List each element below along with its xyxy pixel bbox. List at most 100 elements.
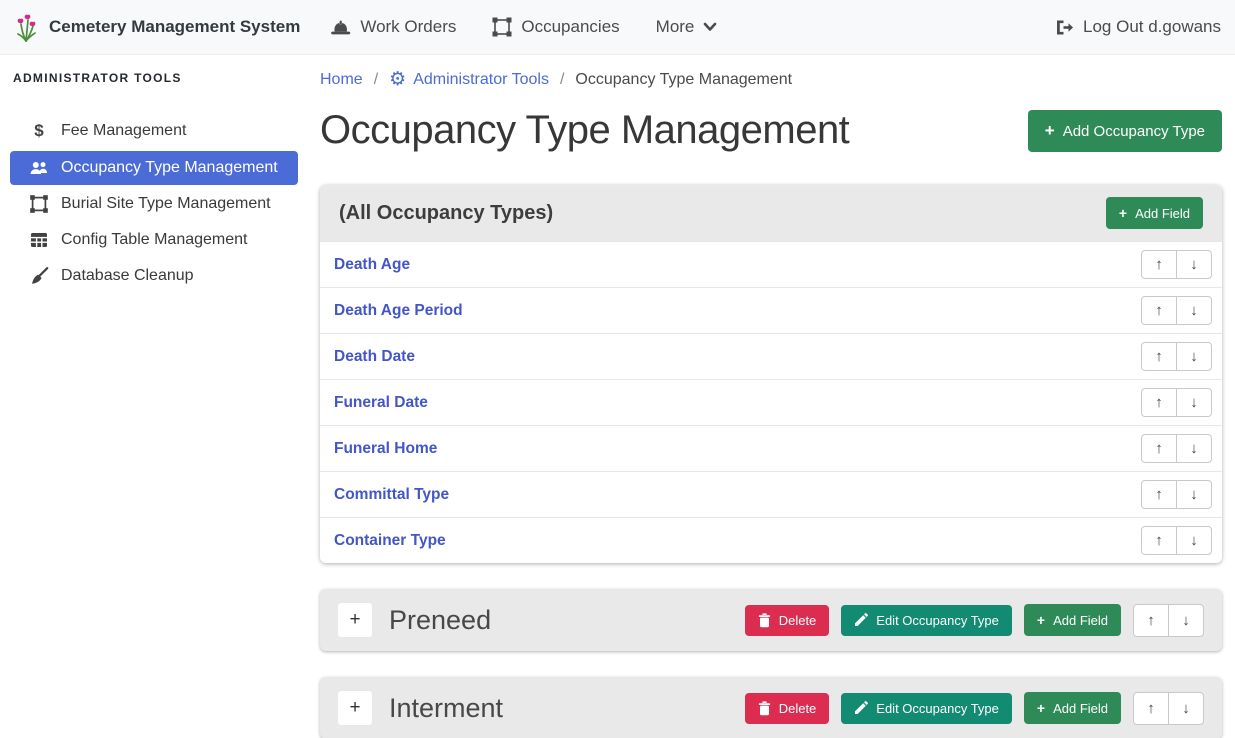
expand-section-button[interactable]: + [338, 603, 372, 637]
up-arrow-icon: ↑ [1155, 532, 1163, 549]
sidebar: ADMINISTRATOR TOOLS $ Fee Management Occ… [0, 55, 310, 738]
sidebar-item-database-cleanup[interactable]: Database Cleanup [10, 259, 298, 293]
move-down-button[interactable]: ↓ [1176, 342, 1212, 371]
app-brand[interactable]: Cemetery Management System [14, 12, 300, 42]
breadcrumb-home-link[interactable]: Home [320, 71, 363, 89]
vector-square-icon [26, 195, 52, 213]
sidebar-item-occupancy-type-management[interactable]: Occupancy Type Management [10, 151, 298, 185]
field-link-committal-type[interactable]: Committal Type [334, 486, 449, 504]
move-down-button[interactable]: ↓ [1176, 526, 1212, 555]
nav-label: More [656, 17, 695, 37]
field-link-funeral-date[interactable]: Funeral Date [334, 394, 428, 412]
field-link-death-age[interactable]: Death Age [334, 256, 410, 274]
sidebar-item-config-table-management[interactable]: Config Table Management [10, 223, 298, 257]
down-arrow-icon: ↓ [1190, 348, 1198, 365]
top-navbar: Cemetery Management System Work Orders [0, 0, 1235, 55]
plus-icon: + [1037, 700, 1045, 716]
delete-button[interactable]: Delete [745, 693, 830, 724]
panel-header: (All Occupancy Types) + Add Field [320, 185, 1222, 241]
add-occupancy-type-button[interactable]: + Add Occupancy Type [1028, 110, 1222, 152]
users-icon [26, 160, 52, 176]
title-row: Occupancy Type Management + Add Occupanc… [320, 105, 1222, 155]
reorder-controls: ↑ ↓ [1133, 604, 1204, 637]
plus-icon: + [1119, 205, 1127, 221]
chevron-down-icon [703, 22, 717, 32]
sidebar-gap [0, 101, 310, 111]
breadcrumb: Home / ⚙ Administrator Tools / Occupancy… [320, 63, 1222, 89]
move-up-button[interactable]: ↑ [1141, 526, 1177, 555]
plus-icon: + [1037, 612, 1045, 628]
move-up-button[interactable]: ↑ [1133, 692, 1169, 725]
edit-occupancy-type-button[interactable]: Edit Occupancy Type [841, 693, 1012, 724]
reorder-controls: ↑ ↓ [1141, 526, 1212, 555]
move-up-button[interactable]: ↑ [1141, 250, 1177, 279]
trash-icon [758, 701, 771, 716]
edit-occupancy-type-button[interactable]: Edit Occupancy Type [841, 605, 1012, 636]
move-down-button[interactable]: ↓ [1176, 480, 1212, 509]
nav-label: Occupancies [521, 17, 619, 37]
add-field-button[interactable]: + Add Field [1024, 692, 1121, 724]
field-row: Committal Type ↑ ↓ [320, 471, 1222, 517]
breadcrumb-admin-tools-link[interactable]: ⚙ Administrator Tools [389, 70, 549, 89]
move-down-button[interactable]: ↓ [1168, 692, 1204, 725]
all-occupancy-types-panel: (All Occupancy Types) + Add Field Death … [320, 185, 1222, 563]
field-link-funeral-home[interactable]: Funeral Home [334, 440, 437, 458]
logout-button[interactable]: Log Out d.gowans [1055, 17, 1221, 37]
button-label: Delete [779, 613, 817, 628]
move-down-button[interactable]: ↓ [1168, 604, 1204, 637]
down-arrow-icon: ↓ [1190, 302, 1198, 319]
move-down-button[interactable]: ↓ [1176, 296, 1212, 325]
up-arrow-icon: ↑ [1155, 302, 1163, 319]
nav-item-occupancies[interactable]: Occupancies [492, 17, 619, 37]
up-arrow-icon: ↑ [1155, 394, 1163, 411]
field-link-death-age-period[interactable]: Death Age Period [334, 302, 463, 320]
trash-icon [758, 613, 771, 628]
sidebar-item-burial-site-type-management[interactable]: Burial Site Type Management [10, 187, 298, 221]
sidebar-item-label: Fee Management [61, 122, 186, 140]
section-name: Preneed [389, 605, 491, 636]
panel-title: (All Occupancy Types) [339, 202, 553, 225]
down-arrow-icon: ↓ [1190, 440, 1198, 457]
move-up-button[interactable]: ↑ [1141, 434, 1177, 463]
move-up-button[interactable]: ↑ [1141, 342, 1177, 371]
sidebar-item-label: Burial Site Type Management [61, 195, 271, 213]
section-actions: Delete Edit Occupancy Type + Add Field [745, 604, 1204, 637]
down-arrow-icon: ↓ [1190, 394, 1198, 411]
field-link-death-date[interactable]: Death Date [334, 348, 415, 366]
sidebar-item-fee-management[interactable]: $ Fee Management [10, 113, 298, 149]
main-nav: Work Orders Occupancies More [330, 17, 717, 37]
up-arrow-icon: ↑ [1155, 440, 1163, 457]
add-field-button[interactable]: + Add Field [1024, 604, 1121, 636]
field-row: Container Type ↑ ↓ [320, 517, 1222, 563]
move-down-button[interactable]: ↓ [1176, 250, 1212, 279]
reorder-controls: ↑ ↓ [1141, 480, 1212, 509]
down-arrow-icon: ↓ [1190, 256, 1198, 273]
delete-button[interactable]: Delete [745, 605, 830, 636]
move-up-button[interactable]: ↑ [1141, 296, 1177, 325]
add-field-button[interactable]: + Add Field [1106, 197, 1203, 229]
move-up-button[interactable]: ↑ [1141, 480, 1177, 509]
field-row: Death Age ↑ ↓ [320, 241, 1222, 287]
expand-section-button[interactable]: + [338, 691, 372, 725]
reorder-controls: ↑ ↓ [1141, 388, 1212, 417]
reorder-controls: ↑ ↓ [1141, 434, 1212, 463]
sidebar-item-label: Occupancy Type Management [61, 159, 278, 177]
move-up-button[interactable]: ↑ [1133, 604, 1169, 637]
move-up-button[interactable]: ↑ [1141, 388, 1177, 417]
broom-icon [26, 267, 52, 285]
button-label: Edit Occupancy Type [876, 613, 999, 628]
app-title: Cemetery Management System [49, 17, 300, 37]
sign-out-icon [1055, 19, 1074, 36]
up-arrow-icon: ↑ [1147, 700, 1155, 717]
nav-item-more[interactable]: More [656, 17, 718, 37]
breadcrumb-separator: / [560, 71, 564, 89]
nav-item-work-orders[interactable]: Work Orders [330, 17, 456, 37]
section-name: Interment [389, 693, 503, 724]
button-label: Edit Occupancy Type [876, 701, 999, 716]
move-down-button[interactable]: ↓ [1176, 388, 1212, 417]
button-label: Add Field [1053, 613, 1108, 628]
main-content: Home / ⚙ Administrator Tools / Occupancy… [310, 55, 1235, 738]
field-link-container-type[interactable]: Container Type [334, 532, 446, 550]
move-down-button[interactable]: ↓ [1176, 434, 1212, 463]
logout-label: Log Out d.gowans [1083, 17, 1221, 37]
